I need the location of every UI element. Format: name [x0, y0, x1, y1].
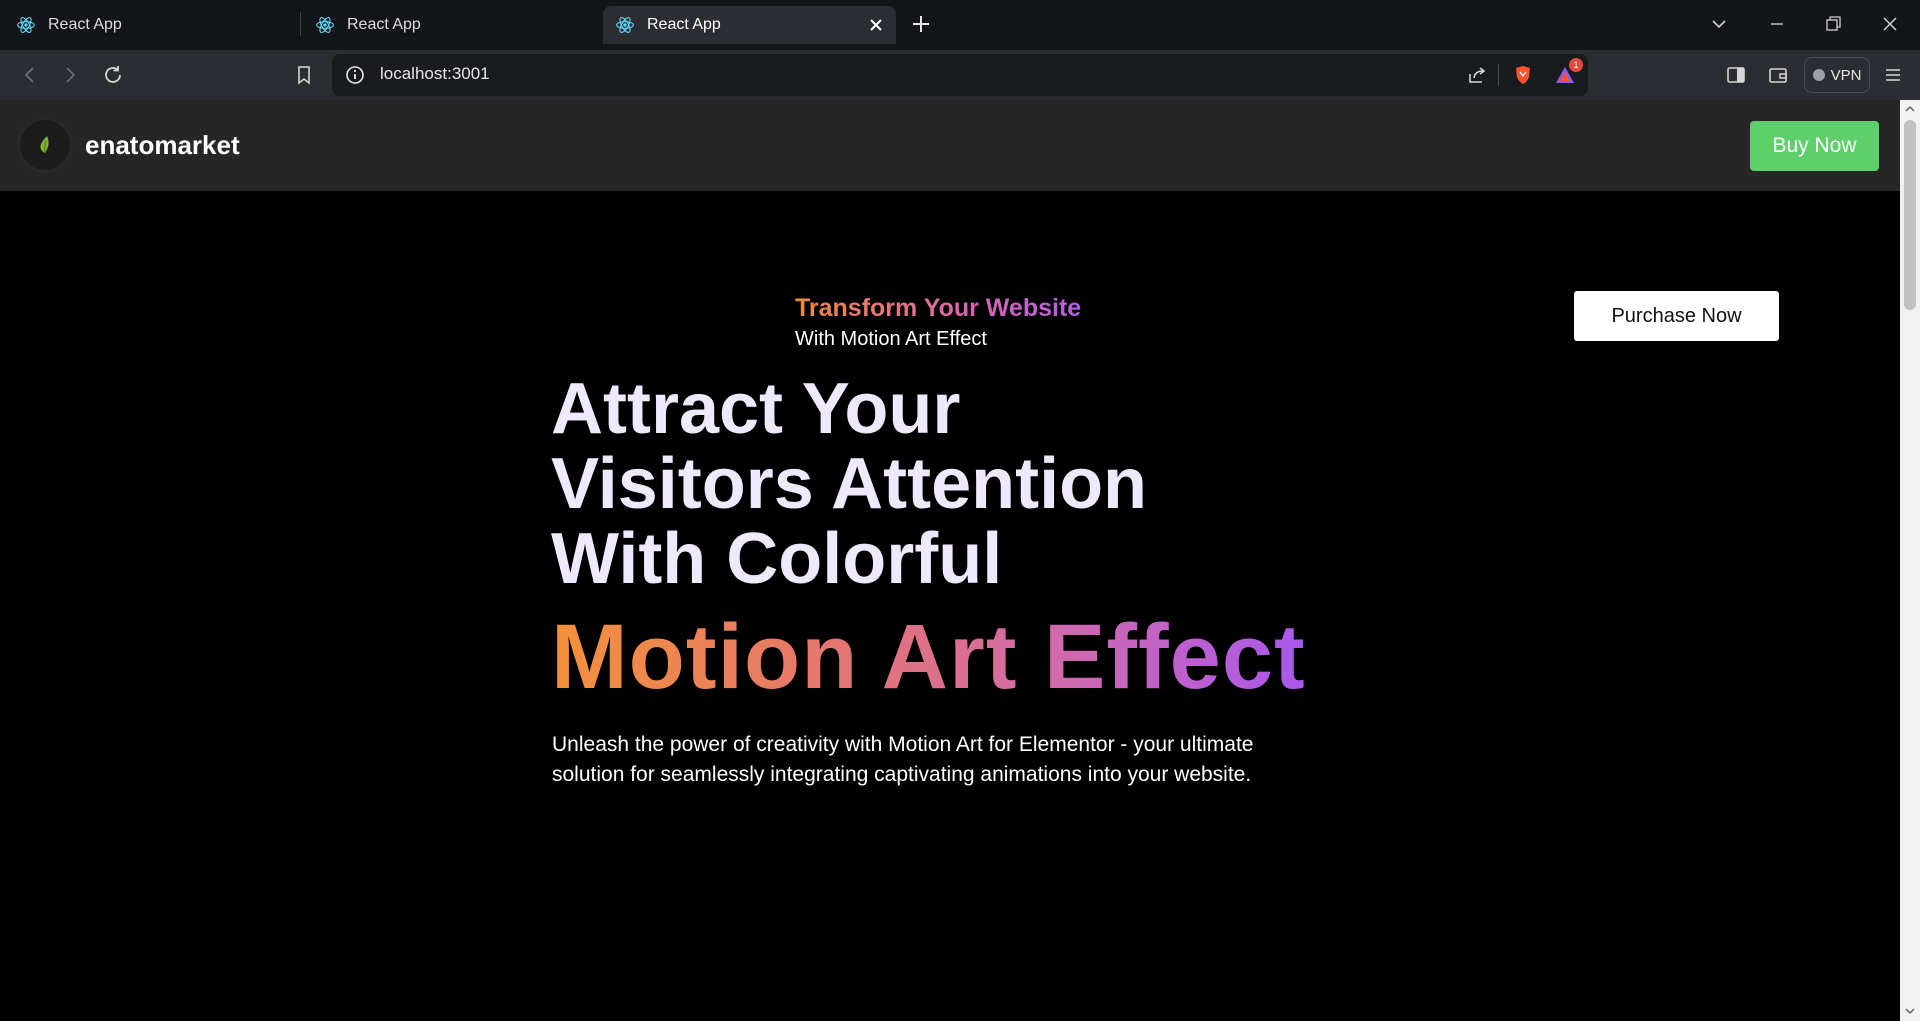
address-bar[interactable]: localhost:3001 1	[332, 54, 1588, 96]
headline-line: With Colorful	[551, 519, 1003, 599]
notification-badge: 1	[1569, 58, 1583, 72]
leaf-icon	[40, 136, 49, 154]
brave-shield-icon[interactable]	[1512, 64, 1534, 86]
info-icon[interactable]	[344, 64, 366, 86]
vpn-button[interactable]: VPN	[1804, 57, 1870, 93]
hero-headline: Attract Your Visitors Attention With Col…	[551, 372, 1251, 597]
back-icon[interactable]	[18, 63, 42, 87]
url-text[interactable]: localhost:3001	[380, 64, 490, 84]
scroll-up-icon[interactable]	[1905, 104, 1915, 114]
vpn-label: VPN	[1830, 66, 1862, 84]
page-scrollbar[interactable]	[1900, 100, 1920, 1021]
menu-icon[interactable]	[1881, 63, 1905, 87]
vpn-status-icon	[1812, 69, 1825, 81]
site-header: enatomarket Buy Now	[0, 100, 1900, 191]
forward-icon[interactable]	[58, 63, 82, 87]
scroll-thumb[interactable]	[1904, 120, 1916, 310]
close-icon[interactable]	[866, 15, 886, 35]
hero-gradient-title: Motion Art Effect	[551, 606, 1306, 708]
browser-toolbar: localhost:3001 1 VPN	[0, 50, 1920, 100]
brand-name[interactable]: enatomarket	[85, 130, 240, 161]
headline-line: Attract Your	[551, 369, 961, 449]
hero-description: Unleash the power of creativity with Mot…	[552, 733, 1254, 786]
browser-tab-bar: React App React App React App	[0, 0, 1920, 50]
tab-title: React App	[647, 16, 721, 33]
tab-separator	[300, 12, 301, 36]
reload-icon[interactable]	[101, 63, 125, 87]
wallet-icon[interactable]	[1766, 63, 1790, 87]
close-window-icon[interactable]	[1878, 12, 1902, 36]
restore-icon[interactable]	[1821, 12, 1845, 36]
react-icon	[316, 17, 334, 33]
page-viewport: enatomarket Buy Now Purchase Now Transfo…	[0, 100, 1900, 1021]
browser-tab[interactable]: React App	[315, 6, 595, 44]
divider	[1498, 64, 1499, 86]
scroll-down-icon[interactable]	[1905, 1006, 1915, 1016]
buy-now-button[interactable]: Buy Now	[1750, 121, 1879, 171]
browser-tab[interactable]: React App	[16, 6, 296, 44]
share-icon[interactable]	[1466, 64, 1488, 86]
tab-title: React App	[48, 16, 122, 33]
logo[interactable]	[20, 120, 70, 170]
purchase-now-button[interactable]: Purchase Now	[1574, 291, 1779, 341]
sidebar-icon[interactable]	[1724, 63, 1748, 87]
hero-eyebrow: Transform Your Website	[795, 294, 1082, 322]
hero-eyebrow-sub: With Motion Art Effect	[795, 328, 987, 350]
chevron-down-icon[interactable]	[1707, 12, 1731, 36]
react-icon	[17, 17, 35, 33]
tab-title: React App	[347, 16, 421, 33]
minimize-icon[interactable]	[1765, 12, 1789, 36]
headline-line: Visitors Attention	[551, 444, 1148, 524]
browser-tab-active[interactable]: React App	[603, 6, 896, 44]
bookmark-icon[interactable]	[292, 63, 316, 87]
new-tab-icon[interactable]	[910, 13, 932, 35]
react-icon	[616, 17, 634, 33]
